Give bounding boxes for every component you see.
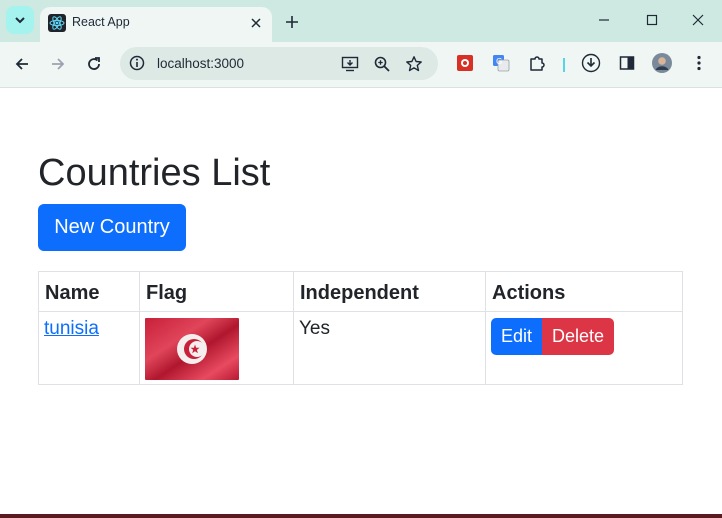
plus-icon (286, 16, 298, 28)
toolbar-divider (563, 58, 565, 72)
minimize-icon (599, 19, 609, 21)
site-info-icon[interactable] (128, 54, 146, 72)
page-title: Countries List (38, 152, 271, 194)
install-app-icon[interactable] (340, 54, 360, 74)
edit-button[interactable]: Edit (491, 318, 542, 355)
zoom-icon[interactable] (372, 54, 392, 74)
header-independent: Independent (293, 271, 486, 312)
chevron-down-icon (15, 17, 25, 24)
header-actions: Actions (485, 271, 683, 312)
address-bar[interactable]: localhost:3000 (120, 47, 438, 80)
bookmark-star-icon[interactable] (404, 54, 424, 74)
tab-title: React App (72, 15, 130, 29)
url-text[interactable]: localhost:3000 (157, 56, 244, 71)
svg-text:G: G (496, 57, 502, 66)
header-flag: Flag (139, 271, 294, 312)
kebab-menu-icon[interactable] (689, 53, 709, 73)
independent-cell: Yes (293, 311, 486, 385)
page-content: Countries List New Country Name Flag Ind… (0, 88, 722, 518)
new-tab-button[interactable] (280, 10, 304, 34)
extension-red-icon[interactable] (455, 53, 475, 73)
flag-cell (139, 311, 294, 385)
side-panel-icon[interactable] (617, 53, 637, 73)
minimize-button[interactable] (588, 6, 620, 34)
header-name: Name (38, 271, 140, 312)
download-icon[interactable] (581, 53, 601, 73)
country-name-link[interactable]: tunisia (44, 318, 99, 339)
tab-search-button[interactable] (6, 6, 34, 34)
reload-icon (88, 57, 100, 70)
name-cell: tunisia (38, 311, 140, 385)
table-header-row: Name Flag Independent Actions (38, 271, 683, 312)
back-button[interactable] (9, 51, 35, 77)
browser-toolbar: localhost:3000 G (0, 42, 722, 88)
react-icon (48, 14, 66, 32)
reload-button[interactable] (81, 51, 107, 77)
tab-strip: React App (0, 0, 722, 42)
maximize-icon (646, 14, 658, 26)
browser-tab[interactable]: React App (40, 7, 272, 42)
arrow-left-icon (15, 58, 28, 70)
extensions-puzzle-icon[interactable] (527, 53, 547, 73)
tunisia-flag-icon (145, 318, 239, 380)
tab-close-button[interactable] (246, 13, 266, 33)
delete-button[interactable]: Delete (542, 318, 614, 355)
forward-button[interactable] (45, 51, 71, 77)
google-translate-icon[interactable]: G (491, 53, 511, 73)
close-icon (692, 14, 704, 26)
profile-avatar[interactable] (652, 53, 672, 73)
close-icon (251, 18, 261, 28)
taskbar-edge (0, 514, 722, 518)
arrow-right-icon (52, 58, 65, 70)
actions-cell: Edit Delete (485, 311, 683, 385)
table-row: tunisia Yes Edit Delete (38, 311, 683, 385)
countries-table: Name Flag Independent Actions tunisia Ye… (38, 271, 683, 385)
new-country-button[interactable]: New Country (38, 204, 186, 251)
close-window-button[interactable] (682, 6, 714, 34)
maximize-button[interactable] (636, 6, 668, 34)
